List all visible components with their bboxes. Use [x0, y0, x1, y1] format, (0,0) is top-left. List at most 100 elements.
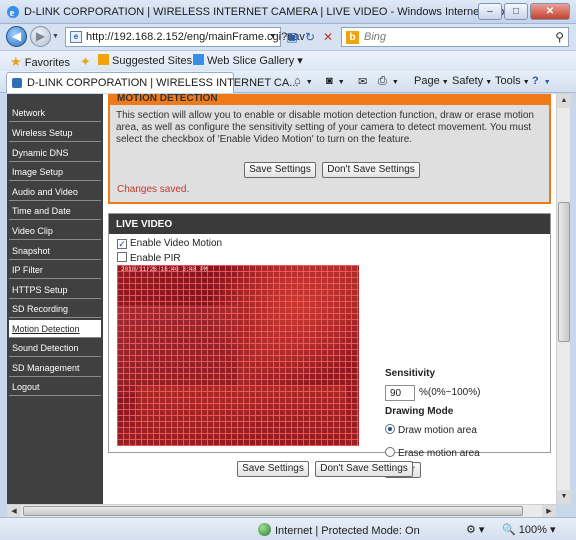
sidebar-item-time-date[interactable]: Time and Date [9, 202, 101, 220]
tab-favicon [12, 78, 22, 88]
add-favorite-icon[interactable]: ✦ [80, 54, 91, 70]
mail-icon[interactable]: ✉ [358, 75, 367, 88]
safety-menu-label: Safety [452, 75, 484, 87]
live-video-section: LIVE VIDEO ✓ Enable Video Motion Enable P… [108, 213, 551, 459]
minimize-button[interactable]: – [478, 3, 502, 20]
web-slice-icon [193, 54, 204, 65]
status-bar: Internet | Protected Mode: On ⚙ ▾ 🔍 100%… [0, 517, 576, 540]
motion-grid-overlay[interactable] [117, 265, 359, 446]
address-bar[interactable]: e http://192.168.2.152/eng/mainFrame.cgi… [65, 27, 305, 47]
draw-motion-area-option[interactable]: Draw motion area [385, 424, 477, 436]
erase-motion-area-option[interactable]: Erase motion area [385, 447, 480, 459]
vertical-scroll-thumb[interactable] [558, 202, 570, 342]
browser-tab[interactable]: D-LINK CORPORATION | WIRELESS INTERNET C… [6, 72, 298, 93]
search-placeholder[interactable]: Bing [364, 31, 386, 43]
sidebar-item-audio-video[interactable]: Audio and Video [9, 183, 101, 201]
draw-motion-area-radio[interactable] [385, 424, 395, 434]
enable-pir-label: Enable PIR [130, 253, 181, 264]
sidebar-item-logout[interactable]: Logout [9, 378, 101, 396]
print-icon[interactable]: ⎙ ▼ [378, 75, 399, 88]
help-icon[interactable]: ? ▼ [532, 75, 551, 87]
sidebar-item-network[interactable]: Network [9, 104, 101, 122]
motion-detection-description: This section will allow you to enable or… [116, 110, 534, 145]
sidebar-item-video-clip[interactable]: Video Clip [9, 222, 101, 240]
tools-menu-label: Tools [495, 75, 521, 87]
sidebar-item-dynamic-dns[interactable]: Dynamic DNS [9, 144, 101, 162]
erase-motion-area-radio[interactable] [385, 447, 395, 457]
page-icon: e [70, 31, 82, 43]
web-slice-gallery-link[interactable]: Web Slice Gallery ▾ [193, 54, 303, 67]
back-button[interactable]: ◀ [6, 26, 27, 47]
security-zone[interactable]: Internet | Protected Mode: On [258, 523, 420, 537]
sidebar-item-snapshot[interactable]: Snapshot [9, 242, 101, 260]
globe-icon [258, 523, 271, 536]
dont-save-settings-button[interactable]: Don't Save Settings [322, 162, 420, 178]
favorites-button[interactable]: ★ Favorites [10, 54, 70, 70]
horizontal-scrollbar[interactable]: ◀ ▶ [7, 504, 556, 518]
live-video-header: LIVE VIDEO [109, 214, 550, 234]
footer-dont-save-settings-button[interactable]: Don't Save Settings [315, 461, 413, 477]
stop-icon[interactable]: ✕ [320, 29, 336, 45]
suggested-sites-label: Suggested Sites [112, 55, 193, 67]
sidebar-item-https-setup[interactable]: HTTPS Setup [9, 281, 101, 299]
sidebar-item-motion-detection[interactable]: Motion Detection [9, 320, 101, 338]
page-menu[interactable]: Page ▼ [414, 75, 449, 87]
changes-saved-message: Changes saved. [117, 184, 190, 195]
history-dropdown-icon[interactable]: ▼ [52, 33, 59, 40]
protected-mode-icon[interactable]: ⚙ ▾ [466, 523, 484, 536]
home-icon[interactable]: ⌂ ▼ [294, 75, 313, 87]
save-settings-button[interactable]: Save Settings [244, 162, 316, 178]
enable-video-motion-row[interactable]: ✓ Enable Video Motion [117, 238, 222, 249]
suggested-sites-icon [98, 54, 109, 65]
sensitivity-range-label: %(0%~100%) [419, 387, 481, 398]
draw-motion-area-label: Draw motion area [398, 425, 477, 436]
star-icon: ★ [10, 54, 22, 69]
address-row: ◀ ▶ ▼ e http://192.168.2.152/eng/mainFra… [0, 24, 576, 50]
page-viewport: Network Wireless Setup Dynamic DNS Image… [7, 94, 556, 504]
sidebar: Network Wireless Setup Dynamic DNS Image… [7, 94, 103, 504]
video-timestamp-overlay: 2010/11/26 16:40 3:48 PM [121, 266, 208, 273]
enable-video-motion-checkbox[interactable]: ✓ [117, 239, 127, 249]
address-dropdown-icon[interactable]: ▼ [269, 33, 276, 40]
web-slice-gallery-label: Web Slice Gallery [207, 55, 295, 67]
forward-button[interactable]: ▶ [30, 26, 51, 47]
svg-text:e: e [10, 7, 15, 19]
tab-title: D-LINK CORPORATION | WIRELESS INTERNET C… [27, 77, 299, 89]
suggested-sites-link[interactable]: Suggested Sites ▾ [98, 54, 201, 67]
favorites-bar: ★ Favorites ✦ Suggested Sites ▾ Web Slic… [0, 50, 576, 71]
sensitivity-input[interactable]: 90 [385, 385, 415, 401]
footer-save-settings-button[interactable]: Save Settings [237, 461, 309, 477]
page-menu-label: Page [414, 75, 440, 87]
vertical-scrollbar[interactable]: ▲ ▼ [556, 94, 571, 504]
search-icon[interactable]: ⚲ [555, 30, 564, 44]
bing-icon: b [346, 31, 359, 44]
sidebar-item-sd-management[interactable]: SD Management [9, 359, 101, 377]
feeds-icon[interactable]: ◙ ▼ [326, 75, 345, 87]
security-zone-label: Internet | Protected Mode: On [275, 525, 420, 537]
drawing-mode-label: Drawing Mode [385, 406, 454, 417]
compatibility-icon[interactable]: ▣ [284, 29, 300, 45]
scroll-up-icon[interactable]: ▲ [557, 94, 571, 108]
sidebar-item-sd-recording[interactable]: SD Recording [9, 300, 101, 318]
search-box[interactable]: b Bing ⚲ [341, 27, 569, 47]
sidebar-item-wireless-setup[interactable]: Wireless Setup [9, 124, 101, 142]
safety-menu[interactable]: Safety ▼ [452, 75, 492, 87]
ie-logo-icon: e [7, 6, 19, 19]
zoom-control[interactable]: 🔍 100% ▾ [502, 523, 555, 536]
sidebar-item-sound-detection[interactable]: Sound Detection [9, 339, 101, 357]
enable-pir-row[interactable]: Enable PIR [117, 252, 181, 264]
maximize-button[interactable]: □ [504, 3, 528, 20]
favorites-label: Favorites [24, 57, 70, 69]
sidebar-item-ip-filter[interactable]: IP Filter [9, 261, 101, 279]
main-content: MOTION DETECTION This section will allow… [103, 94, 556, 504]
close-window-button[interactable]: ✕ [530, 3, 570, 20]
sensitivity-label: Sensitivity [385, 368, 436, 379]
sidebar-item-image-setup[interactable]: Image Setup [9, 163, 101, 181]
tools-menu[interactable]: Tools ▼ [495, 75, 530, 87]
motion-detection-header: MOTION DETECTION [110, 94, 549, 105]
horizontal-scroll-thumb[interactable] [23, 506, 523, 516]
enable-pir-checkbox[interactable] [117, 252, 127, 262]
refresh-icon[interactable]: ↻ [302, 29, 318, 45]
motion-area-canvas[interactable]: 2010/11/26 16:40 3:48 PM [117, 265, 359, 446]
scroll-down-icon[interactable]: ▼ [557, 490, 571, 504]
